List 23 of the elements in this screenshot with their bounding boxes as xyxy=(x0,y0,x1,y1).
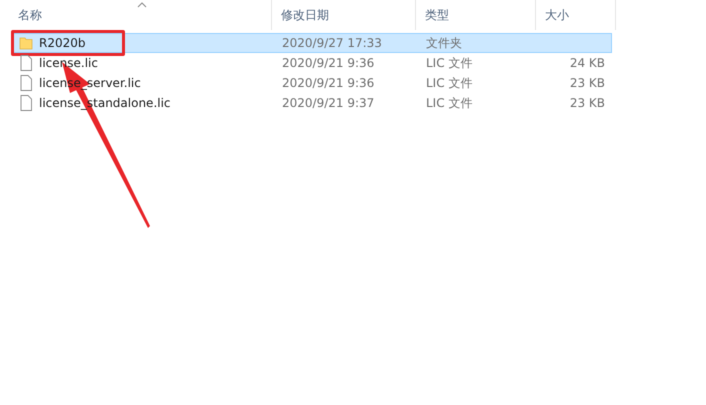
folder-icon xyxy=(19,36,33,50)
file-icon xyxy=(19,55,33,71)
file-name: license.lic xyxy=(39,56,98,70)
file-icon xyxy=(19,95,33,111)
modified-date: 2020/9/27 17:33 xyxy=(282,36,382,50)
file-type: 文件夹 xyxy=(426,34,462,52)
modified-date: 2020/9/21 9:37 xyxy=(282,96,374,110)
column-header[interactable]: 名称 xyxy=(0,0,272,30)
file-size: 23 KB xyxy=(570,76,605,90)
file-row[interactable]: R2020b 2020/9/27 17:33 文件夹 xyxy=(12,33,612,53)
file-type: LIC 文件 xyxy=(426,54,472,72)
file-name: R2020b xyxy=(39,36,86,50)
file-size: 23 KB xyxy=(570,96,605,110)
column-header[interactable]: 修改日期 xyxy=(272,0,416,30)
column-header[interactable]: 大小 xyxy=(536,0,616,30)
file-type: LIC 文件 xyxy=(426,74,472,92)
modified-date: 2020/9/21 9:36 xyxy=(282,56,374,70)
file-size: 24 KB xyxy=(570,56,605,70)
modified-date: 2020/9/21 9:36 xyxy=(282,76,374,90)
column-header[interactable]: 类型 xyxy=(416,0,536,30)
file-icon xyxy=(19,75,33,91)
file-type: LIC 文件 xyxy=(426,94,472,112)
file-row[interactable]: license.lic 2020/9/21 9:36 LIC 文件 24 KB xyxy=(12,53,612,73)
